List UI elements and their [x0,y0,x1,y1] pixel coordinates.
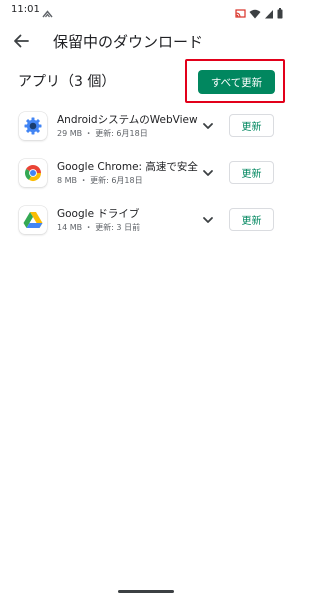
wifi-icon [249,4,261,23]
cast-icon [235,4,246,23]
status-icons [235,4,283,23]
arrow-back-icon[interactable] [10,30,32,52]
chevron-down-icon[interactable] [200,165,216,181]
list-item[interactable]: Google ドライブ 14 MB ・ 更新: 3 日前 更新 [0,200,292,240]
app-name: AndroidシステムのWebView [57,114,198,126]
update-button[interactable]: 更新 [229,114,274,137]
status-bar: 11:01 [0,0,292,20]
webview-gear-icon [19,112,47,140]
app-bar: 保留中のダウンロード [0,24,292,58]
app-name: Google Chrome: 高速で安全 [57,161,198,173]
app-name: Google ドライブ [57,208,140,220]
section-title: アプリ（3 個） [18,74,116,90]
app-meta: 29 MB ・ 更新: 6月18日 [57,129,148,138]
battery-icon [277,4,283,23]
chrome-icon [19,159,47,187]
signal-icon [264,4,274,23]
chevron-down-icon[interactable] [200,118,216,134]
cloud-icon [42,4,53,23]
google-drive-icon [19,206,47,234]
update-button[interactable]: 更新 [229,161,274,184]
app-meta: 8 MB ・ 更新: 6月18日 [57,176,143,185]
list-item[interactable]: AndroidシステムのWebView 29 MB ・ 更新: 6月18日 更新 [0,106,292,146]
update-all-button[interactable]: すべて更新 [198,70,275,94]
status-time: 11:01 [11,4,40,15]
gesture-nav-handle[interactable] [118,590,174,593]
update-button[interactable]: 更新 [229,208,274,231]
chevron-down-icon[interactable] [200,212,216,228]
app-meta: 14 MB ・ 更新: 3 日前 [57,223,141,232]
page-title: 保留中のダウンロード [53,33,204,51]
list-item[interactable]: Google Chrome: 高速で安全 8 MB ・ 更新: 6月18日 更新 [0,153,292,193]
